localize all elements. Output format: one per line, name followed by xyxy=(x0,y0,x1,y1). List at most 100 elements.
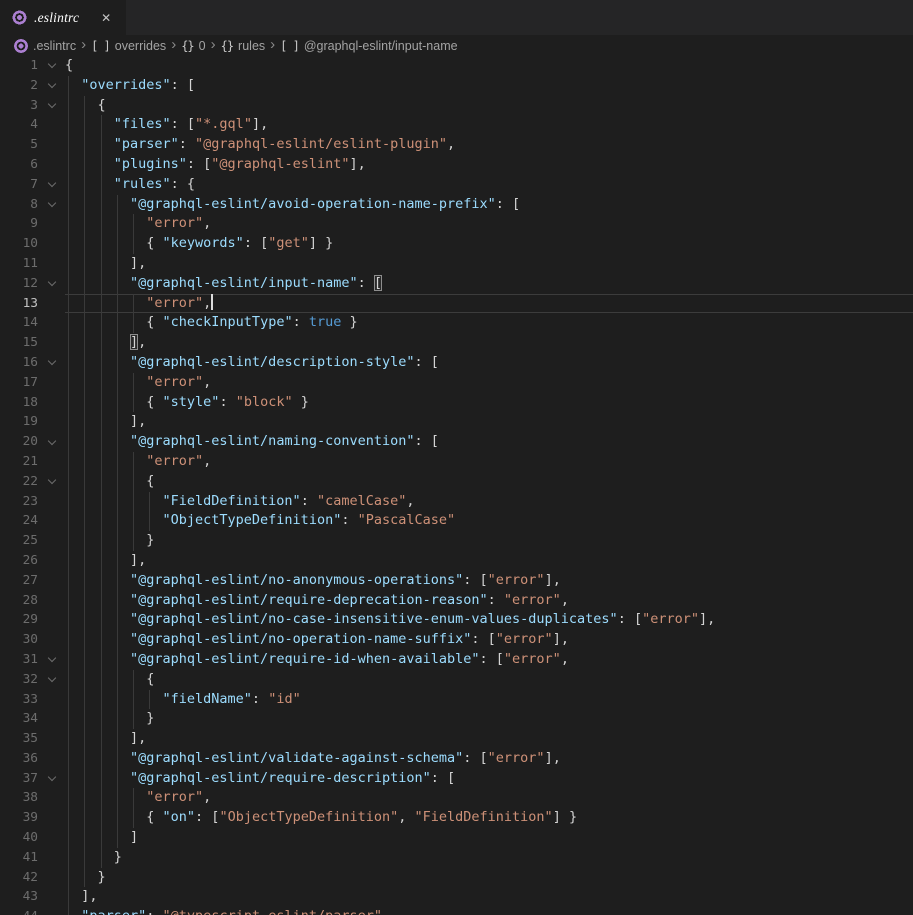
fold-chevron-icon[interactable] xyxy=(38,353,65,373)
code-content[interactable]: "FieldDefinition": "camelCase", xyxy=(65,492,913,512)
line-number[interactable]: 18 xyxy=(0,393,38,413)
code-line[interactable]: 27"@graphql-eslint/no-anonymous-operatio… xyxy=(0,571,913,591)
line-number[interactable]: 1 xyxy=(0,56,38,76)
code-line[interactable]: 9"error", xyxy=(0,214,913,234)
breadcrumb-item-rules[interactable]: {}rules xyxy=(221,39,266,53)
line-number[interactable]: 40 xyxy=(0,828,38,848)
line-number[interactable]: 34 xyxy=(0,709,38,729)
fold-chevron-icon[interactable] xyxy=(38,175,65,195)
code-line[interactable]: 26], xyxy=(0,551,913,571)
line-number[interactable]: 9 xyxy=(0,214,38,234)
code-content[interactable]: "@graphql-eslint/avoid-operation-name-pr… xyxy=(65,195,913,215)
line-number[interactable]: 36 xyxy=(0,749,38,769)
line-number[interactable]: 17 xyxy=(0,373,38,393)
breadcrumb-item-eslintrc[interactable]: .eslintrc xyxy=(14,39,76,53)
code-content[interactable]: } xyxy=(65,868,913,888)
code-line[interactable]: 6"plugins": ["@graphql-eslint"], xyxy=(0,155,913,175)
code-content[interactable]: ], xyxy=(65,333,913,353)
code-line[interactable]: 15], xyxy=(0,333,913,353)
line-number[interactable]: 28 xyxy=(0,591,38,611)
fold-chevron-icon[interactable] xyxy=(38,670,65,690)
line-number[interactable]: 8 xyxy=(0,195,38,215)
line-number[interactable]: 30 xyxy=(0,630,38,650)
line-number[interactable]: 43 xyxy=(0,887,38,907)
code-line[interactable]: 17"error", xyxy=(0,373,913,393)
line-number[interactable]: 31 xyxy=(0,650,38,670)
line-number[interactable]: 42 xyxy=(0,868,38,888)
code-line[interactable]: 28 "@graphql-eslint/require-deprecation-r… xyxy=(0,591,913,611)
code-content[interactable]: "@graphql-eslint/require-deprecation-rea… xyxy=(65,591,913,611)
code-content[interactable]: "@graphql-eslint/no-operation-name-suffi… xyxy=(65,630,913,650)
code-line[interactable]: 25} xyxy=(0,531,913,551)
code-content[interactable]: "files": ["*.gql"], xyxy=(65,115,913,135)
code-content[interactable]: "@graphql-eslint/description-style": [ xyxy=(65,353,913,373)
fold-chevron-icon[interactable] xyxy=(38,76,65,96)
code-line[interactable]: 22{ xyxy=(0,472,913,492)
line-number[interactable]: 15 xyxy=(0,333,38,353)
code-line[interactable]: 39{ "on": ["ObjectTypeDefinition", "Fiel… xyxy=(0,808,913,828)
code-content[interactable]: } xyxy=(65,709,913,729)
code-line[interactable]: 35], xyxy=(0,729,913,749)
line-number[interactable]: 27 xyxy=(0,571,38,591)
code-content[interactable]: "@graphql-eslint/no-case-insensitive-enu… xyxy=(65,610,913,630)
code-line[interactable]: 23 "FieldDefinition": "camelCase", xyxy=(0,492,913,512)
breadcrumb-item-0[interactable]: {}0 xyxy=(181,39,205,53)
line-number[interactable]: 3 xyxy=(0,96,38,116)
code-content[interactable]: { xyxy=(65,96,913,116)
line-number[interactable]: 35 xyxy=(0,729,38,749)
line-number[interactable]: 11 xyxy=(0,254,38,274)
line-number[interactable]: 26 xyxy=(0,551,38,571)
code-content[interactable]: "@graphql-eslint/input-name": [ xyxy=(65,274,913,294)
code-content[interactable]: { xyxy=(65,670,913,690)
breadcrumb-item-overrides[interactable]: [ ]overrides xyxy=(91,39,166,53)
line-number[interactable]: 41 xyxy=(0,848,38,868)
code-line[interactable]: 30 "@graphql-eslint/no-operation-name-suf… xyxy=(0,630,913,650)
code-content[interactable]: "@graphql-eslint/require-description": [ xyxy=(65,769,913,789)
code-line[interactable]: 10 { "keywords": ["get"] } xyxy=(0,234,913,254)
line-number[interactable]: 24 xyxy=(0,511,38,531)
code-content[interactable]: "@graphql-eslint/require-id-when-availab… xyxy=(65,650,913,670)
line-number[interactable]: 38 xyxy=(0,788,38,808)
code-line[interactable]: 38 "error", xyxy=(0,788,913,808)
line-number[interactable]: 23 xyxy=(0,492,38,512)
code-line[interactable]: 43], xyxy=(0,887,913,907)
code-content[interactable]: "error", xyxy=(65,294,913,314)
code-line[interactable]: 8 "@graphql-eslint/avoid-operation-name-p… xyxy=(0,195,913,215)
code-line[interactable]: 32{ xyxy=(0,670,913,690)
code-line[interactable]: 1{ xyxy=(0,56,913,76)
code-line[interactable]: 33"fieldName": "id" xyxy=(0,690,913,710)
line-number[interactable]: 16 xyxy=(0,353,38,373)
code-content[interactable]: "overrides": [ xyxy=(65,76,913,96)
line-number[interactable]: 5 xyxy=(0,135,38,155)
line-number[interactable]: 10 xyxy=(0,234,38,254)
code-line[interactable]: 31 "@graphql-eslint/require-id-when-avail… xyxy=(0,650,913,670)
code-content[interactable]: ], xyxy=(65,254,913,274)
code-line[interactable]: 7"rules": { xyxy=(0,175,913,195)
code-line[interactable]: 34} xyxy=(0,709,913,729)
code-line[interactable]: 19], xyxy=(0,412,913,432)
fold-chevron-icon[interactable] xyxy=(38,195,65,215)
fold-chevron-icon[interactable] xyxy=(38,96,65,116)
line-number[interactable]: 22 xyxy=(0,472,38,492)
line-number[interactable]: 20 xyxy=(0,432,38,452)
line-number[interactable]: 19 xyxy=(0,412,38,432)
code-line[interactable]: 36"@graphql-eslint/validate-against-sche… xyxy=(0,749,913,769)
code-line[interactable]: 4"files": ["*.gql"], xyxy=(0,115,913,135)
code-content[interactable]: } xyxy=(65,848,913,868)
code-line[interactable]: 42} xyxy=(0,868,913,888)
code-content[interactable]: { "keywords": ["get"] } xyxy=(65,234,913,254)
code-content[interactable]: "parser": "@graphql-eslint/eslint-plugin… xyxy=(65,135,913,155)
code-content[interactable]: ], xyxy=(65,729,913,749)
code-line[interactable]: 18{ "style": "block" } xyxy=(0,393,913,413)
line-number[interactable]: 37 xyxy=(0,769,38,789)
code-content[interactable]: { xyxy=(65,56,913,76)
code-content[interactable]: ], xyxy=(65,551,913,571)
code-line[interactable]: 12"@graphql-eslint/input-name": [ xyxy=(0,274,913,294)
line-number[interactable]: 13 xyxy=(0,294,38,314)
code-content[interactable]: "error", xyxy=(65,788,913,808)
breadcrumb-item-graphql-eslint-input-name[interactable]: [ ]@graphql-eslint/input-name xyxy=(280,39,457,53)
line-number[interactable]: 44 xyxy=(0,907,38,915)
fold-chevron-icon[interactable] xyxy=(38,56,65,76)
fold-chevron-icon[interactable] xyxy=(38,432,65,452)
code-line[interactable]: 37 "@graphql-eslint/require-description":… xyxy=(0,769,913,789)
